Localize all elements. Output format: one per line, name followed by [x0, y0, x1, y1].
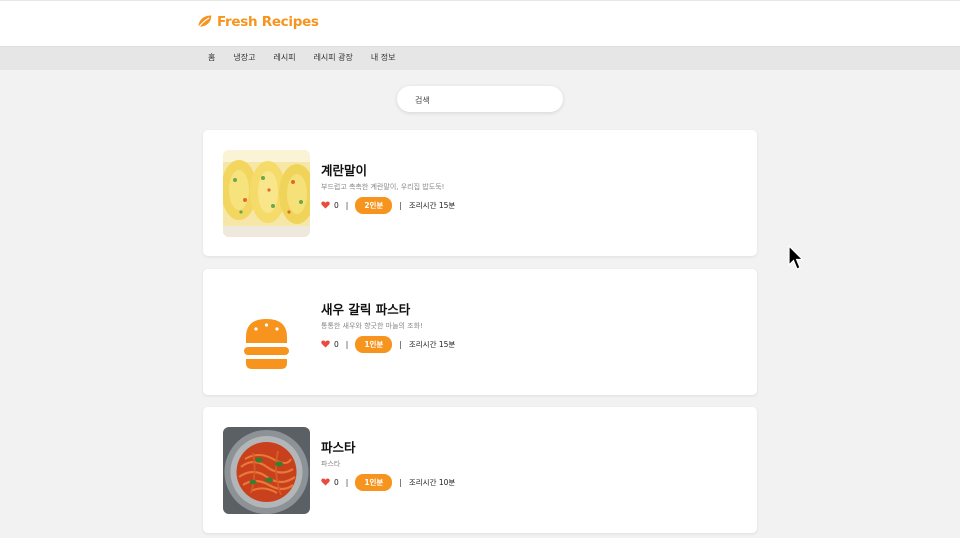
recipe-image-spaghetti [223, 427, 310, 514]
recipe-title: 파스타 [321, 440, 356, 455]
separator: | [399, 201, 402, 210]
heart-icon[interactable] [321, 339, 330, 350]
separator: | [399, 340, 402, 349]
nav-item-fridge[interactable]: 냉장고 [233, 52, 255, 63]
mouse-cursor-icon [788, 244, 804, 275]
nav-item-recipes[interactable]: 레시피 [273, 52, 295, 63]
separator: | [345, 478, 349, 487]
recipe-image-rolled-omelette [223, 150, 310, 237]
nav-item-recipe-square[interactable]: 레시피 광장 [314, 52, 353, 63]
recipe-description: 파스타 [321, 460, 341, 468]
heart-icon[interactable] [321, 200, 330, 211]
recipe-card[interactable]: 파스타 파스타 0 | 1인분 | 조리시간 10분 [203, 407, 757, 533]
cook-time: 조리시간 15분 [408, 340, 456, 349]
recipe-description: 통통한 새우와 향긋한 마늘의 조화! [321, 322, 423, 330]
burger-placeholder-icon [223, 289, 310, 376]
recipe-card[interactable]: 계란말이 부드럽고 촉촉한 계란말이, 우리집 밥도둑! 0 | 2인분 | 조… [203, 130, 757, 256]
nav-item-my-info[interactable]: 내 정보 [371, 52, 396, 63]
recipe-card[interactable]: 새우 갈릭 파스타 통통한 새우와 향긋한 마늘의 조화! 0 | 1인분 | … [203, 269, 757, 395]
leaf-icon [196, 13, 213, 30]
separator: | [399, 478, 402, 487]
separator: | [345, 201, 349, 210]
servings-badge: 1인분 [355, 474, 393, 491]
recipe-title: 계란말이 [321, 163, 368, 178]
recipe-title: 새우 갈릭 파스타 [321, 302, 411, 317]
likes-count: 0 [334, 201, 339, 210]
top-header: Fresh Recipes [0, 0, 960, 46]
servings-badge: 2인분 [355, 197, 393, 214]
likes-count: 0 [334, 478, 339, 487]
separator: | [345, 340, 349, 349]
nav-item-home[interactable]: 홈 [208, 52, 215, 63]
cook-time: 조리시간 15분 [408, 201, 456, 210]
heart-icon[interactable] [321, 477, 330, 488]
servings-badge: 1인분 [355, 336, 393, 353]
main-nav: 홈 냉장고 레시피 레시피 광장 내 정보 [0, 46, 960, 70]
search-input[interactable] [413, 86, 557, 114]
brand-logo[interactable]: Fresh Recipes [196, 13, 319, 30]
cook-time: 조리시간 10분 [408, 478, 456, 487]
brand-name: Fresh Recipes [217, 13, 319, 30]
recipe-description: 부드럽고 촉촉한 계란말이, 우리집 밥도둑! [321, 183, 445, 191]
likes-count: 0 [334, 340, 339, 349]
search-box [397, 86, 563, 114]
